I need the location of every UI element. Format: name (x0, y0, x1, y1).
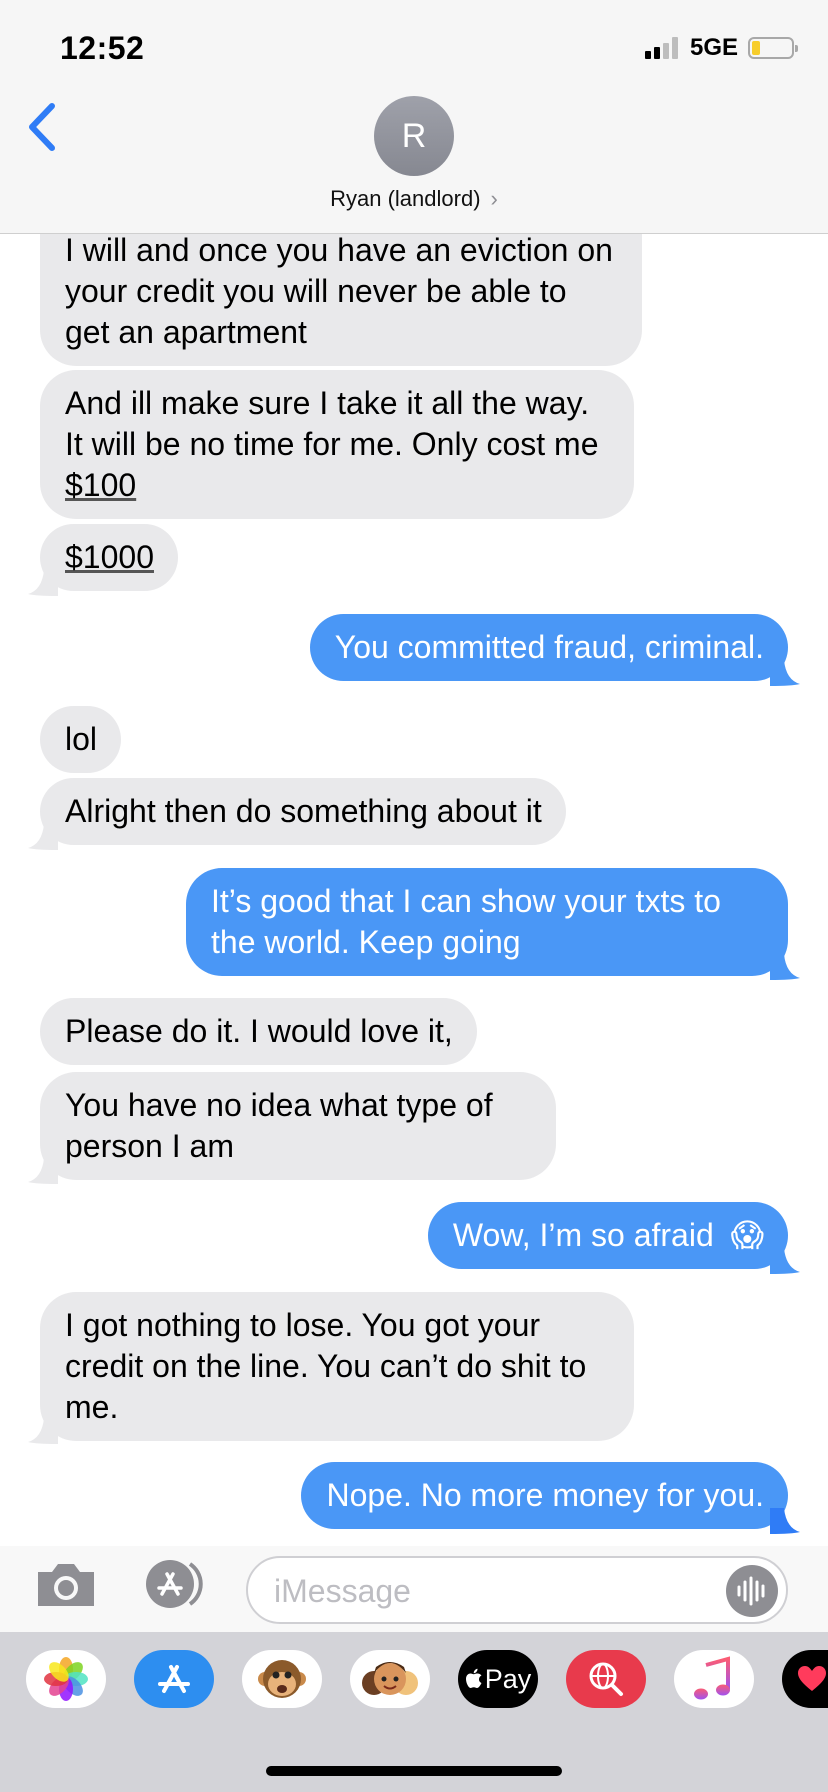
message-text: I got nothing to lose. You got your cred… (65, 1307, 587, 1425)
avatar-initial: R (401, 116, 427, 155)
sent-message[interactable]: Wow, I’m so afraid 😱 (427, 1202, 788, 1269)
bubble-tail (770, 660, 800, 686)
music-note-icon (694, 1656, 730, 1700)
message-input[interactable]: iMessage (246, 1556, 788, 1624)
sent-message[interactable]: You committed fraud, criminal. (309, 614, 788, 681)
apple-pay-app[interactable]: Pay (458, 1650, 538, 1708)
received-message[interactable]: I got nothing to lose. You got your cred… (40, 1292, 634, 1441)
contact-name-button[interactable]: Ryan (landlord) › (0, 186, 828, 212)
chevron-left-icon (29, 103, 55, 151)
message-text: Alright then do something about it (65, 793, 542, 829)
received-message[interactable]: I will and once you have an eviction on … (40, 214, 642, 366)
globe-search-icon (589, 1662, 623, 1696)
memoji-app[interactable] (350, 1650, 430, 1708)
chevron-right-icon: › (490, 186, 498, 211)
digital-touch-app[interactable] (782, 1650, 828, 1708)
bubble-tail (28, 570, 58, 596)
message-text: And ill make sure I take it all the way.… (65, 385, 599, 462)
message-placeholder: iMessage (274, 1573, 411, 1609)
status-indicators: 5GE (644, 34, 798, 62)
monkey-icon (258, 1660, 306, 1698)
heart-icon (798, 1666, 826, 1691)
bubble-tail (770, 1248, 800, 1274)
signal-icon (644, 37, 678, 59)
sent-message[interactable]: Nope. No more money for you. (301, 1462, 788, 1529)
bubble-tail (28, 1418, 58, 1444)
apple-pay-label: Pay (484, 1663, 532, 1694)
bubble-tail (770, 954, 800, 980)
bubble-tail (28, 824, 58, 850)
apple-pay-icon (465, 1668, 482, 1688)
photos-icon (44, 1657, 88, 1701)
amount-link[interactable]: $1000 (65, 539, 154, 575)
app-store-button[interactable] (140, 1558, 212, 1610)
contact-avatar[interactable]: R (374, 96, 454, 176)
bubble-tail (770, 1508, 800, 1534)
status-time: 12:52 (60, 30, 145, 66)
received-message[interactable]: Alright then do something about it (40, 778, 566, 845)
message-text: Wow, I’m so afraid (452, 1217, 714, 1253)
animoji-app[interactable] (242, 1650, 322, 1708)
received-message[interactable]: And ill make sure I take it all the way.… (40, 370, 634, 519)
network-type: 5GE (689, 34, 738, 61)
received-message[interactable]: lol (40, 706, 122, 773)
photos-app[interactable] (26, 1650, 106, 1708)
contact-name: Ryan (landlord) (330, 186, 481, 211)
received-message[interactable]: You have no idea what type of person I a… (40, 1072, 556, 1180)
message-text: I will and once you have an eviction on … (65, 232, 613, 350)
scream-emoji: 😱 (730, 1217, 764, 1253)
message-text: It’s good that I can show your txts to t… (211, 883, 721, 960)
received-message[interactable]: $1000 (40, 524, 178, 591)
music-app[interactable] (674, 1650, 754, 1708)
memoji-icon (362, 1662, 418, 1695)
received-message[interactable]: Please do it. I would love it, (40, 998, 477, 1065)
app-drawer: Pay (0, 1632, 828, 1792)
amount-link[interactable]: $100 (65, 467, 136, 503)
app-store-app[interactable] (134, 1650, 214, 1708)
message-text: Please do it. I would love it, (65, 1013, 453, 1049)
message-text: You committed fraud, criminal. (334, 629, 764, 665)
camera-icon (38, 1564, 94, 1606)
home-indicator[interactable] (266, 1766, 562, 1776)
battery-icon (748, 37, 798, 59)
app-store-icon (146, 1560, 203, 1608)
message-text: Nope. No more money for you. (326, 1477, 764, 1513)
audio-message-button[interactable] (726, 1565, 778, 1617)
camera-button[interactable] (34, 1560, 98, 1610)
waveform-icon (737, 1576, 765, 1606)
app-store-icon (158, 1665, 190, 1693)
sent-message[interactable]: It’s good that I can show your txts to t… (186, 868, 788, 976)
message-text: You have no idea what type of person I a… (65, 1087, 493, 1164)
back-button[interactable] (22, 102, 62, 152)
images-search-app[interactable] (566, 1650, 646, 1708)
conversation-header: 12:52 5GE R Ryan (landlord) › (0, 0, 828, 234)
compose-bar: iMessage (0, 1546, 828, 1632)
bubble-tail (28, 1158, 58, 1184)
message-text: lol (65, 721, 98, 757)
